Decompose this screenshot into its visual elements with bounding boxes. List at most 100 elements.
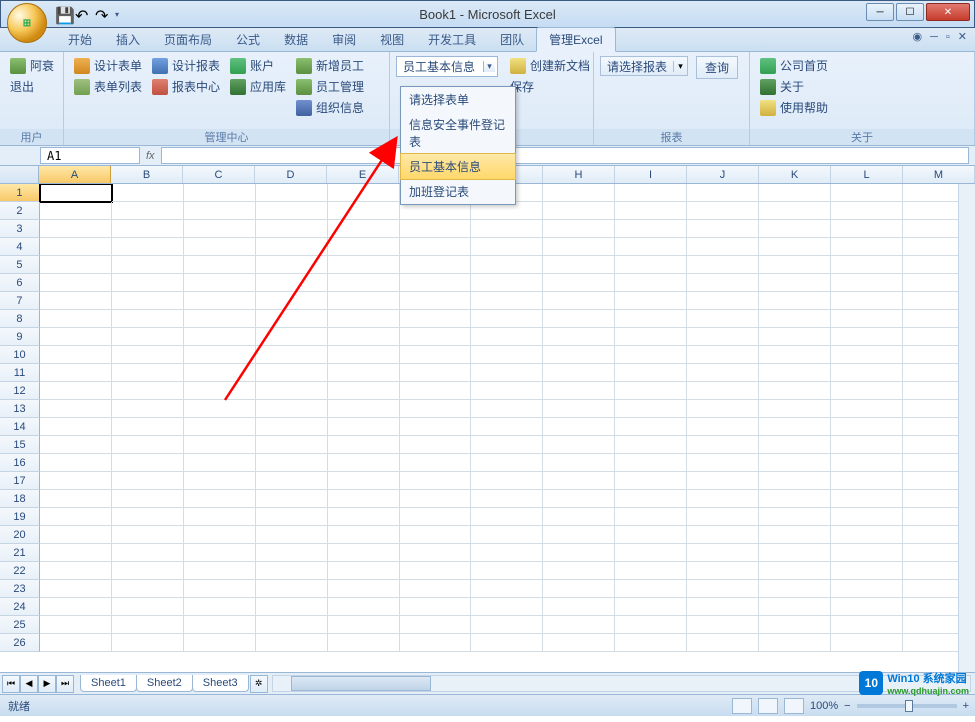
cell[interactable] [112, 310, 184, 328]
cell[interactable] [615, 508, 687, 526]
cell[interactable] [256, 400, 328, 418]
cell[interactable] [184, 544, 256, 562]
cell[interactable] [184, 364, 256, 382]
maximize-button[interactable]: ☐ [896, 3, 924, 21]
row-header[interactable]: 26 [0, 634, 40, 652]
cell[interactable] [400, 490, 472, 508]
cell[interactable] [184, 382, 256, 400]
tab-review[interactable]: 审阅 [320, 28, 368, 51]
cell[interactable] [831, 292, 903, 310]
cell[interactable] [687, 400, 759, 418]
cell[interactable] [328, 418, 400, 436]
row-header[interactable]: 11 [0, 364, 40, 382]
cell[interactable] [112, 616, 184, 634]
design-report-button[interactable]: 设计报表 [148, 56, 224, 75]
cell[interactable] [112, 634, 184, 652]
cell[interactable] [112, 328, 184, 346]
cell[interactable] [400, 472, 472, 490]
cell[interactable] [112, 454, 184, 472]
cell[interactable] [471, 454, 543, 472]
row-header[interactable]: 4 [0, 238, 40, 256]
row-header[interactable]: 5 [0, 256, 40, 274]
cell[interactable] [687, 508, 759, 526]
cell[interactable] [328, 220, 400, 238]
cell[interactable] [256, 202, 328, 220]
cell[interactable] [400, 634, 472, 652]
column-header-I[interactable]: I [615, 166, 687, 183]
sheet-tab[interactable]: Sheet3 [192, 675, 249, 692]
cell[interactable] [256, 580, 328, 598]
cell[interactable] [40, 328, 112, 346]
sheet-tab[interactable]: Sheet2 [136, 675, 193, 692]
cell[interactable] [328, 346, 400, 364]
cell[interactable] [759, 436, 831, 454]
org-info-button[interactable]: 组织信息 [292, 98, 368, 117]
cell[interactable] [615, 454, 687, 472]
cell[interactable] [400, 364, 472, 382]
cell[interactable] [400, 562, 472, 580]
cell[interactable] [112, 292, 184, 310]
close-workbook-icon[interactable]: ✕ [958, 30, 967, 43]
cell[interactable] [615, 274, 687, 292]
cell[interactable] [256, 616, 328, 634]
cell[interactable] [328, 436, 400, 454]
qat-dropdown-icon[interactable]: ▾ [115, 10, 119, 19]
cell[interactable] [256, 382, 328, 400]
cell[interactable] [400, 238, 472, 256]
help-icon[interactable]: ◉ [912, 30, 922, 43]
cell[interactable] [400, 616, 472, 634]
save-button[interactable]: 保存 [506, 77, 594, 96]
dropdown-item-highlighted[interactable]: 员工基本信息 [400, 153, 516, 180]
cell[interactable] [400, 310, 472, 328]
cell[interactable] [687, 184, 759, 202]
cell[interactable] [112, 238, 184, 256]
cell[interactable] [615, 418, 687, 436]
cell[interactable] [831, 454, 903, 472]
cell[interactable] [543, 274, 615, 292]
company-home-button[interactable]: 公司首页 [756, 56, 832, 75]
cell[interactable] [328, 580, 400, 598]
cell[interactable] [831, 436, 903, 454]
cell[interactable] [687, 562, 759, 580]
cell[interactable] [256, 598, 328, 616]
emp-mgmt-button[interactable]: 员工管理 [292, 77, 368, 96]
cell[interactable] [759, 598, 831, 616]
cell[interactable] [184, 634, 256, 652]
cell[interactable] [471, 472, 543, 490]
cell[interactable] [184, 436, 256, 454]
cell[interactable] [831, 580, 903, 598]
cell[interactable] [759, 472, 831, 490]
cell[interactable] [471, 508, 543, 526]
cell[interactable] [40, 526, 112, 544]
cell[interactable] [256, 436, 328, 454]
cell[interactable] [543, 238, 615, 256]
cell[interactable] [400, 274, 472, 292]
cell[interactable] [471, 616, 543, 634]
cell[interactable] [471, 400, 543, 418]
cell[interactable] [759, 238, 831, 256]
cell[interactable] [759, 328, 831, 346]
cell[interactable] [543, 328, 615, 346]
cell[interactable] [543, 256, 615, 274]
cell[interactable] [40, 274, 112, 292]
cell[interactable] [112, 220, 184, 238]
about-button[interactable]: 关于 [756, 77, 832, 96]
cell[interactable] [184, 454, 256, 472]
row-header[interactable]: 19 [0, 508, 40, 526]
cell[interactable] [759, 310, 831, 328]
cell[interactable] [759, 400, 831, 418]
row-header[interactable]: 8 [0, 310, 40, 328]
restore-window-icon[interactable]: ▫ [946, 31, 950, 43]
cell[interactable] [256, 274, 328, 292]
cell[interactable] [831, 616, 903, 634]
office-button[interactable]: ⊞ [7, 3, 47, 43]
cell[interactable] [615, 184, 687, 202]
cell[interactable] [759, 616, 831, 634]
cell[interactable] [687, 580, 759, 598]
cell[interactable] [543, 454, 615, 472]
prev-sheet-button[interactable]: ◀ [20, 675, 38, 693]
cell[interactable] [400, 400, 472, 418]
cell[interactable] [759, 634, 831, 652]
tab-manage-excel[interactable]: 管理Excel [536, 27, 615, 52]
cell[interactable] [184, 580, 256, 598]
